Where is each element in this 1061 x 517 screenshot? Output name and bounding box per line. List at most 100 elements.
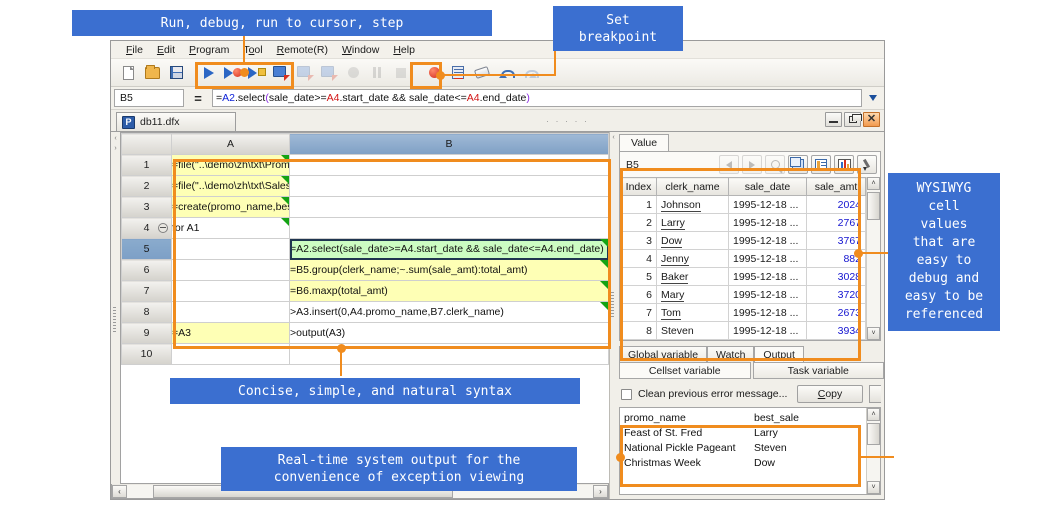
splitter-grip[interactable] <box>113 307 116 333</box>
menu-item-file[interactable]: FFileile <box>119 41 150 59</box>
value-column-header[interactable]: sale_date <box>728 177 807 196</box>
value-detail-button[interactable] <box>811 155 831 174</box>
value-row[interactable]: 7 Tom 1995-12-18 ... 2673 <box>620 303 866 322</box>
cell-A5[interactable] <box>171 238 290 260</box>
value-column-header[interactable]: clerk_name <box>656 177 729 196</box>
sheet-row[interactable]: 4 for A1 <box>121 217 609 239</box>
value-column-header[interactable]: Index <box>620 177 657 196</box>
file-tab-db11[interactable]: db11.dfx <box>116 112 236 131</box>
sheet-row[interactable]: 1 =file("..\demo\zh\txt\Promotion.txt").i… <box>121 154 609 176</box>
row-header-3[interactable]: 3 <box>121 196 172 218</box>
cell-B2[interactable] <box>289 175 609 197</box>
value-row[interactable]: 5 Baker 1995-12-18 ... 3028 <box>620 267 866 286</box>
breakpoint-list-button[interactable] <box>447 62 469 84</box>
tab-task-variable[interactable]: Task variable <box>752 362 884 379</box>
new-file-button[interactable] <box>117 62 139 84</box>
left-splitter-strip[interactable]: ‹ › <box>111 132 120 484</box>
run-to-cursor-button[interactable] <box>246 62 268 84</box>
hscroll-left-button[interactable]: ‹ <box>112 484 127 498</box>
right-splitter-strip[interactable]: ‹ <box>610 132 617 499</box>
cell-A3[interactable]: =create(promo_name,best_sale) <box>171 196 290 218</box>
save-file-button[interactable] <box>165 62 187 84</box>
tab-watch[interactable]: Watch <box>707 346 755 362</box>
value-scroll-down-button[interactable]: ˅ <box>867 327 880 340</box>
value-column-header[interactable]: sale_amt <box>806 177 866 196</box>
spreadsheet-grid[interactable]: A B 1 =file("..\demo\zh\txt\Promotion.txt… <box>120 132 609 484</box>
sheet-row[interactable]: 7 =B6.maxp(total_amt) <box>121 280 609 302</box>
step-button[interactable] <box>270 62 292 84</box>
value-scroll-track[interactable] <box>867 190 880 327</box>
tab-global-variable[interactable]: Global variable <box>619 346 708 362</box>
value-scroll-thumb[interactable] <box>867 192 880 220</box>
fold-collapse-icon[interactable] <box>158 223 168 233</box>
output-scroll-up-button[interactable]: ˄ <box>867 408 880 421</box>
value-copy-button[interactable] <box>788 155 808 174</box>
row-header-10[interactable]: 10 <box>121 343 172 365</box>
clear-breakpoints-button[interactable] <box>471 62 493 84</box>
sheet-row[interactable]: 8 >A3.insert(0,A4.promo_name,B7.clerk_nam… <box>121 301 609 323</box>
sheet-row[interactable]: 6 =B5.group(clerk_name;~.sum(sale_amt):to… <box>121 259 609 281</box>
row-header-6[interactable]: 6 <box>121 259 172 281</box>
value-vertical-scrollbar[interactable]: ˄ ˅ <box>866 177 880 340</box>
cell-A1[interactable]: =file("..\demo\zh\txt\Promotion.txt").im… <box>171 154 290 176</box>
sheet-row[interactable]: 3 =create(promo_name,best_sale) <box>121 196 609 218</box>
output-scroll-down-button[interactable]: ˅ <box>867 481 880 494</box>
minimize-button[interactable] <box>825 112 842 127</box>
cell-B4[interactable] <box>289 217 609 239</box>
output-scroll-thumb[interactable] <box>867 423 880 445</box>
menu-item-remote[interactable]: Remote(R) <box>270 41 335 59</box>
cell-A2[interactable]: =file("..\demo\zh\txt\SalesRecord.txt").… <box>171 175 290 197</box>
undo-button[interactable] <box>495 62 517 84</box>
clean-error-checkbox[interactable] <box>621 388 632 400</box>
tab-cellset-variable[interactable]: Cellset variable <box>619 362 751 379</box>
value-row[interactable]: 1 Johnson 1995-12-18 ... 2024 <box>620 195 866 214</box>
menu-item-window[interactable]: Window <box>335 41 386 59</box>
row-header-5[interactable]: 5 <box>121 238 172 260</box>
value-row[interactable]: 6 Mary 1995-12-18 ... 3720 <box>620 285 866 304</box>
hscroll-right-button[interactable]: › <box>593 484 608 498</box>
tab-value[interactable]: Value <box>619 134 670 151</box>
output-vertical-scrollbar[interactable]: ˄ ˅ <box>866 408 880 494</box>
cell-A6[interactable] <box>171 259 290 281</box>
menu-item-program[interactable]: Program <box>182 41 236 59</box>
sheet-row[interactable]: 10 <box>121 343 609 365</box>
formula-expand-button[interactable] <box>865 89 881 107</box>
value-row[interactable]: 4 Jenny 1995-12-18 ... 882 <box>620 249 866 268</box>
cell-B7[interactable]: =B6.maxp(total_amt) <box>289 280 609 302</box>
formula-input[interactable]: = A2 .select(sale_date>= A4 .start_date && s… <box>212 89 862 107</box>
splitter-dots[interactable]: · · · · · <box>546 116 589 126</box>
row-header-9[interactable]: 9 <box>121 322 172 344</box>
row-header-1[interactable]: 1 <box>121 154 172 176</box>
cell-A10[interactable] <box>171 343 290 365</box>
restore-button[interactable] <box>844 112 862 127</box>
output-text[interactable]: promo_name best_sale Feast of St. Fred Larr… <box>620 408 866 494</box>
value-row[interactable]: 2 Larry 1995-12-18 ... 2767 <box>620 213 866 232</box>
cell-B6[interactable]: =B5.group(clerk_name;~.sum(sale_amt):tot… <box>289 259 609 281</box>
column-header-a[interactable]: A <box>171 133 290 155</box>
value-edit-button[interactable] <box>857 155 877 174</box>
menu-item-tool[interactable]: Tool <box>236 41 269 59</box>
close-button[interactable]: ✕ <box>863 112 880 127</box>
copy-button[interactable]: Copy <box>797 385 863 403</box>
grid-corner[interactable] <box>121 133 172 155</box>
cell-B5[interactable]: =A2.select(sale_date>=A4.start_date && s… <box>289 238 609 260</box>
output-scroll-track[interactable] <box>867 421 880 481</box>
cell-B8[interactable]: >A3.insert(0,A4.promo_name,B7.clerk_name… <box>289 301 609 323</box>
value-row[interactable]: 3 Dow 1995-12-18 ... 3767 <box>620 231 866 250</box>
row-header-4[interactable]: 4 <box>121 217 172 239</box>
value-table[interactable]: Index clerk_name sale_date sale_amt 1 Johnso… <box>620 177 866 340</box>
run-button[interactable] <box>198 62 220 84</box>
sheet-row[interactable]: 5 =A2.select(sale_date>=A4.start_date && … <box>121 238 609 260</box>
cell-reference-input[interactable]: B5 <box>114 89 184 107</box>
value-row[interactable]: 8 Steven 1995-12-18 ... 3934 <box>620 321 866 340</box>
cell-B1[interactable] <box>289 154 609 176</box>
cell-A4[interactable]: for A1 <box>171 217 290 239</box>
menu-item-help[interactable]: Help <box>386 41 422 59</box>
cell-A9[interactable]: =A3 <box>171 322 290 344</box>
menu-item-edit[interactable]: Edit <box>150 41 182 59</box>
cell-A7[interactable] <box>171 280 290 302</box>
row-header-2[interactable]: 2 <box>121 175 172 197</box>
open-file-button[interactable] <box>141 62 163 84</box>
column-header-b[interactable]: B <box>289 133 609 155</box>
value-scroll-up-button[interactable]: ˄ <box>867 177 880 190</box>
